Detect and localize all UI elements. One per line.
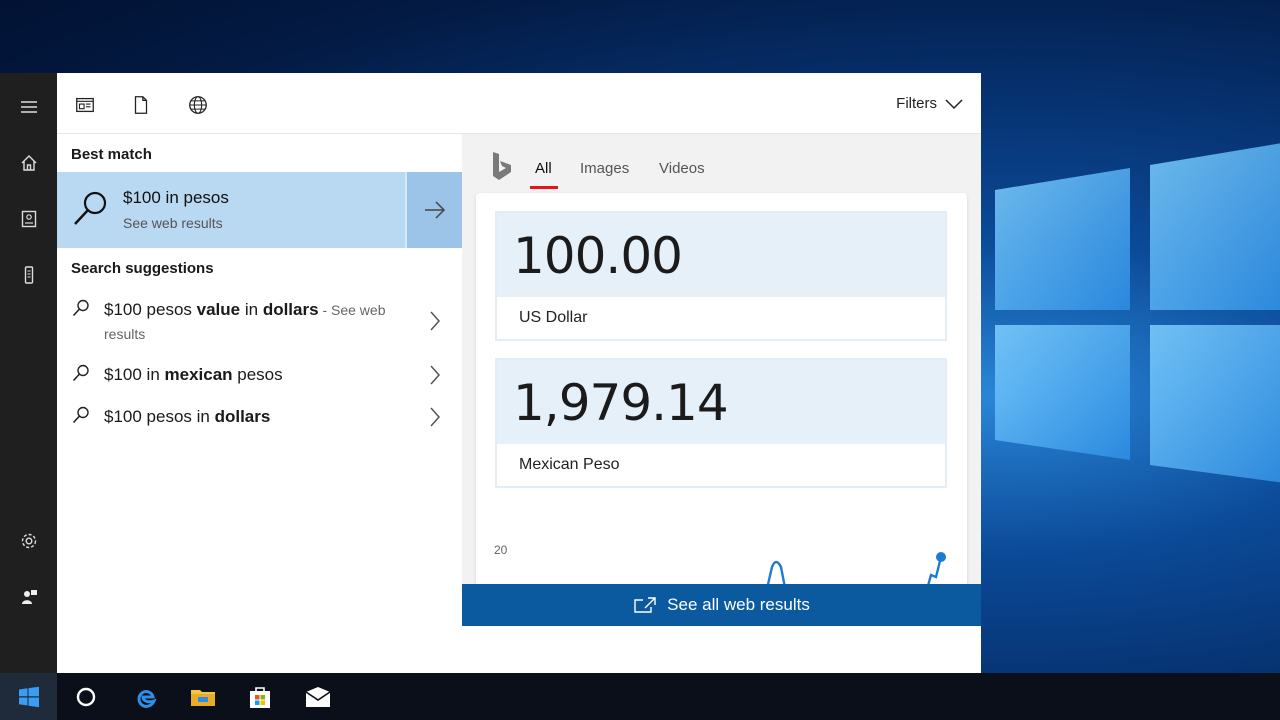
best-match-subtitle: See web results [123,215,223,231]
search-suggestions-heading: Search suggestions [71,260,214,277]
start-rail [0,73,57,673]
cortana-button[interactable] [57,673,114,720]
arrow-right-icon [424,201,445,219]
store-icon [249,686,270,708]
device-icon [24,266,33,284]
chart-latest-point [936,552,946,562]
start-button[interactable] [0,673,57,720]
search-icon [72,299,89,317]
settings-button[interactable] [0,519,57,563]
tab-images[interactable]: Images [580,160,629,177]
taskbar [0,673,1280,720]
search-topbar: Filters [57,73,981,134]
web-icon [189,96,207,114]
suggestion-text: $100 pesos value in dollars - See web re… [104,298,404,346]
best-match-heading: Best match [71,146,152,163]
mail-icon [305,686,330,707]
converter-from-amount: 100.00 [513,227,683,285]
suggestion-item[interactable]: $100 pesos value in dollars - See web re… [57,298,462,360]
best-match-item: $100 in pesos See web results [57,172,462,248]
suggestion-text-part: value [196,300,241,319]
converter-from[interactable]: 100.00 US Dollar [495,211,947,341]
suggestion-text-part: $100 pesos in [104,407,215,426]
home-button[interactable] [0,141,57,185]
best-match-open[interactable]: $100 in pesos See web results [57,172,405,248]
documents-filter-button[interactable] [129,93,153,117]
suggestion-item[interactable]: $100 in mexican pesos [57,363,462,397]
converter-from-amount-box: 100.00 [497,213,945,297]
best-match-arrow-button[interactable] [405,172,462,248]
best-match-title: $100 in pesos [123,188,229,207]
see-all-web-results-button[interactable]: See all web results [462,584,981,626]
tab-videos[interactable]: Videos [659,160,705,177]
windows-start-icon [18,686,39,707]
currency-converter-card: 100.00 US Dollar 1,979.14 Mexican Peso 2… [476,193,967,593]
mail-button[interactable] [289,673,346,720]
chevron-right-icon [430,407,441,427]
edge-taskbar-button[interactable] [117,673,174,720]
devices-button[interactable] [0,253,57,297]
suggestion-text-part: dollars [262,300,319,319]
converter-to-amount-box: 1,979.14 [497,360,945,444]
windows-logo-wallpaper [995,143,1280,483]
file-explorer-button[interactable] [174,673,231,720]
converter-from-unit: US Dollar [519,309,588,326]
search-panel: Filters Best match $100 in pesos See web… [57,73,981,720]
open-external-icon [634,597,656,613]
search-icon [72,406,89,424]
suggestion-text-part: $100 in [104,365,165,384]
bing-logo-icon [493,152,511,180]
notebook-button[interactable] [0,197,57,241]
hamburger-menu-button[interactable] [0,85,57,129]
preview-footer [462,626,981,673]
home-icon [21,155,36,171]
see-all-web-results-label: See all web results [667,595,810,614]
cortana-icon [76,687,95,706]
results-list: Best match $100 in pesos See web results… [57,134,462,720]
suggestion-text: $100 in mexican pesos [104,363,404,387]
suggestion-text-part: mexican [164,365,233,384]
suggestion-item[interactable]: $100 pesos in dollars [57,405,462,439]
filters-label: Filters [896,95,937,112]
suggestion-text-part: dollars [214,407,271,426]
feedback-button[interactable] [0,575,57,619]
web-filter-button[interactable] [186,93,210,117]
file-explorer-icon [190,689,215,706]
settings-icon [21,533,36,549]
feedback-icon [21,590,37,604]
filters-dropdown[interactable]: Filters [896,95,963,112]
search-icon [72,364,89,382]
suggestion-text-part: in [240,300,263,319]
converter-to[interactable]: 1,979.14 Mexican Peso [495,358,947,488]
notebook-icon [21,210,36,228]
chevron-down-icon [945,98,963,109]
active-tab-indicator [530,186,558,189]
suggestion-text-part: pesos [232,365,283,384]
converter-to-unit: Mexican Peso [519,456,620,473]
store-button[interactable] [231,673,288,720]
chevron-right-icon [430,311,441,331]
web-preview-pane: All Images Videos 100.00 US Dollar 1,979… [462,134,981,673]
apps-icon [76,97,94,113]
hamburger-icon [20,101,37,113]
apps-filter-button[interactable] [73,93,97,117]
chevron-right-icon [430,365,441,385]
suggestion-text-part: $100 pesos [104,300,197,319]
tab-all[interactable]: All [535,160,552,177]
documents-icon [134,96,148,114]
converter-to-amount: 1,979.14 [513,374,729,432]
edge-icon [137,689,157,708]
search-icon [74,191,107,225]
suggestion-text: $100 pesos in dollars [104,405,404,429]
